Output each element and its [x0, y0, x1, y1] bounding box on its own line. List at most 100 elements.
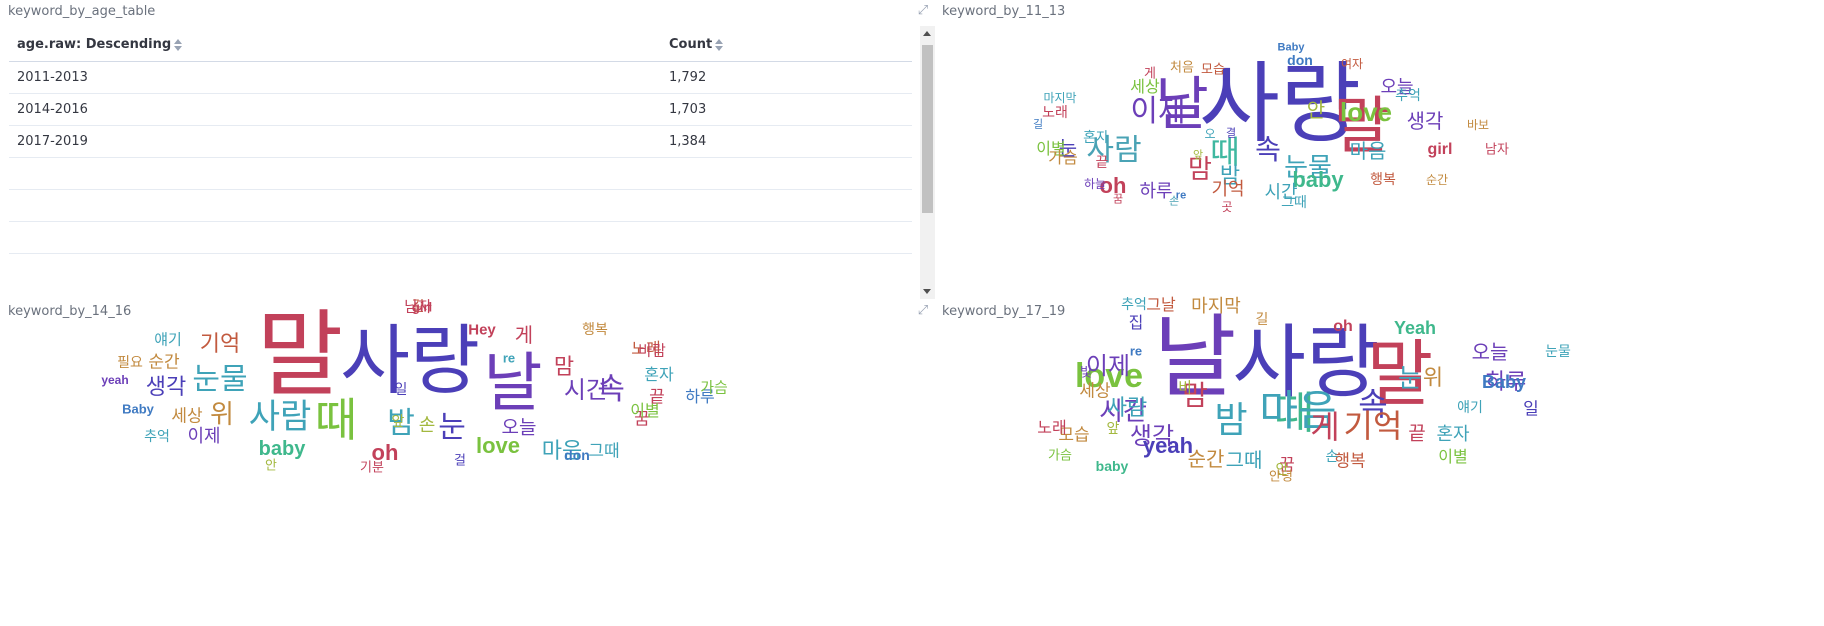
cloud-word[interactable]: 남자: [1485, 144, 1509, 157]
cloud-word[interactable]: 사람: [1107, 398, 1147, 420]
cloud-word[interactable]: 순간: [1188, 449, 1225, 469]
cloud-word[interactable]: 끝: [1408, 424, 1425, 444]
vertical-scrollbar[interactable]: [920, 26, 935, 299]
cloud-word[interactable]: 가슴: [700, 380, 728, 396]
cloud-word[interactable]: girl: [1428, 142, 1453, 158]
expand-icon[interactable]: ⤢: [916, 304, 930, 318]
cloud-word[interactable]: re: [503, 352, 515, 365]
cloud-word[interactable]: 이제: [1130, 97, 1185, 127]
cloud-word[interactable]: 오늘: [1472, 342, 1509, 362]
cloud-word[interactable]: 그때: [588, 443, 619, 461]
cloud-word[interactable]: 일: [1523, 401, 1539, 419]
cloud-word[interactable]: 생각: [146, 377, 186, 399]
cloud-word[interactable]: 여자: [1341, 58, 1363, 70]
cloud-word[interactable]: re: [1176, 190, 1186, 202]
cloud-word[interactable]: Baby: [122, 403, 154, 416]
cloud-word[interactable]: 얘기: [1457, 401, 1483, 415]
cloud-word[interactable]: 걸: [454, 455, 466, 468]
cloud-word[interactable]: 손: [419, 417, 436, 435]
cloud-word[interactable]: 그때: [1281, 196, 1307, 210]
cloud-word[interactable]: 안: [1307, 100, 1325, 120]
cloud-word[interactable]: 마지막: [1191, 298, 1241, 316]
cloud-word[interactable]: 노래: [1042, 106, 1068, 120]
scroll-thumb[interactable]: [922, 45, 933, 213]
cloud-word[interactable]: 그날: [1146, 297, 1175, 313]
cloud-word[interactable]: 길: [1033, 119, 1043, 130]
cloud-word[interactable]: 안: [265, 460, 277, 473]
cloud-word[interactable]: 빛: [1080, 367, 1092, 380]
cloud-word[interactable]: 처음: [1170, 62, 1194, 75]
cloud-word[interactable]: Baby: [1482, 373, 1526, 391]
cloud-word[interactable]: 안녕: [1269, 471, 1293, 484]
cloud-word[interactable]: 오: [1204, 128, 1215, 140]
cloud-word[interactable]: 바보: [1467, 119, 1489, 131]
cloud-word[interactable]: 밤: [1214, 403, 1247, 439]
cloud-word[interactable]: 이제: [1086, 354, 1130, 378]
cloud-word[interactable]: 가슴: [1048, 450, 1072, 463]
cloud-word[interactable]: 하루: [1139, 183, 1172, 201]
cloud-word[interactable]: don: [1287, 53, 1313, 67]
cloud-word[interactable]: 앞: [1193, 150, 1203, 161]
cloud-word[interactable]: baby: [1292, 169, 1343, 191]
cloud-word[interactable]: 추억: [1395, 89, 1421, 103]
cloud-word[interactable]: 눈물: [192, 365, 247, 395]
cloud-word[interactable]: 눈: [1398, 366, 1422, 392]
cloud-word[interactable]: 위: [210, 402, 234, 428]
cloud-word[interactable]: 눈물: [1545, 345, 1571, 359]
cloud-word[interactable]: 앞: [392, 415, 405, 429]
sort-icon[interactable]: [174, 38, 183, 51]
cloud-word[interactable]: Yeah: [1394, 319, 1436, 337]
cloud-word[interactable]: 기분: [360, 462, 384, 475]
cloud-word[interactable]: love: [1340, 99, 1392, 125]
cloud-word[interactable]: 손: [1326, 450, 1339, 464]
cloud-word[interactable]: 기억: [200, 334, 240, 356]
cloud-word[interactable]: 추억: [1121, 298, 1147, 312]
cloud-word[interactable]: 오늘: [502, 418, 537, 438]
cloud-word[interactable]: 혼자: [1436, 426, 1469, 444]
cloud-word[interactable]: 시간: [564, 378, 608, 402]
cloud-word[interactable]: 얘기: [154, 332, 182, 348]
cloud-word[interactable]: 행복: [1334, 453, 1365, 471]
cloud-word[interactable]: yeah: [1143, 435, 1193, 457]
cloud-word[interactable]: 비: [1178, 380, 1192, 396]
cloud-word[interactable]: 길: [1256, 313, 1269, 327]
cloud-word[interactable]: 이제: [187, 428, 220, 446]
expand-icon[interactable]: ⤢: [916, 4, 930, 18]
cloud-word[interactable]: 그때: [1226, 450, 1263, 470]
cloud-word[interactable]: 눈: [438, 413, 466, 443]
cloud-word[interactable]: 순간: [1426, 174, 1448, 186]
cloud-word[interactable]: oh: [1333, 319, 1353, 335]
cloud-word[interactable]: 세상: [1079, 383, 1110, 401]
cloud-word[interactable]: 속: [1255, 136, 1281, 164]
cloud-word[interactable]: 마음: [1350, 141, 1387, 161]
cloud-word[interactable]: 기억: [1211, 181, 1244, 199]
cloud-word[interactable]: baby: [1096, 459, 1129, 473]
cloud-word[interactable]: yeah: [101, 374, 128, 386]
cloud-word[interactable]: 사랑: [340, 323, 480, 399]
cloud-word[interactable]: 곳: [1221, 201, 1232, 213]
cloud-word[interactable]: 일: [395, 383, 408, 397]
cloud-word[interactable]: 게: [1144, 68, 1156, 81]
scroll-down-arrow-icon[interactable]: [923, 289, 931, 294]
cloud-word[interactable]: 필요: [117, 356, 143, 370]
cloud-word[interactable]: 사람: [249, 400, 312, 434]
sort-icon[interactable]: [715, 38, 724, 51]
cloud-word[interactable]: 때: [315, 397, 357, 443]
cloud-word[interactable]: 게: [1310, 411, 1339, 443]
cloud-word[interactable]: 앞: [1107, 422, 1120, 436]
cloud-word[interactable]: 모습: [1201, 64, 1225, 77]
cloud-word[interactable]: 혼자: [1083, 131, 1109, 145]
cloud-word[interactable]: 하늘: [1084, 178, 1106, 190]
cloud-word[interactable]: 말: [257, 309, 343, 403]
cloud-word[interactable]: 행복: [582, 323, 608, 337]
cloud-word[interactable]: 이별: [630, 403, 659, 419]
cloud-word[interactable]: don: [564, 448, 590, 462]
cloud-word[interactable]: 꿈: [1113, 194, 1123, 205]
cloud-word[interactable]: 위: [1423, 368, 1443, 390]
cloud-word[interactable]: 끝: [1096, 156, 1109, 170]
cloud-word[interactable]: 추억: [144, 430, 170, 444]
cloud-word[interactable]: 혼자: [644, 367, 673, 383]
scroll-up-arrow-icon[interactable]: [923, 31, 931, 36]
cloud-word[interactable]: 마지막: [1043, 92, 1076, 104]
cloud-word[interactable]: 기억: [1344, 410, 1403, 442]
